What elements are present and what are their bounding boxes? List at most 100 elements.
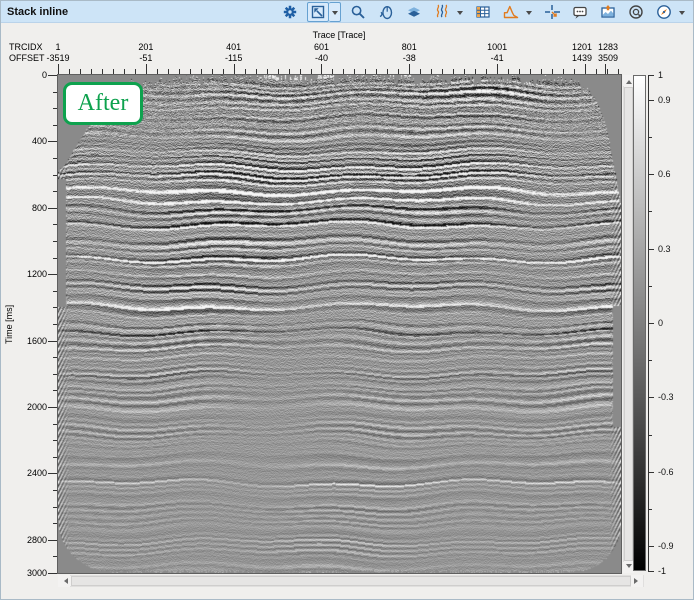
top-minor-tick bbox=[256, 69, 257, 74]
top-minor-tick bbox=[190, 69, 191, 74]
at-circle-icon bbox=[628, 4, 644, 20]
colorbar-tick-label: -0.3 bbox=[658, 392, 674, 402]
top-axis-title: Trace [Trace] bbox=[313, 30, 366, 41]
colorbar-tick-label: -1 bbox=[658, 566, 666, 576]
trcidx-row-label: TRCIDX bbox=[9, 42, 43, 53]
top-minor-tick bbox=[289, 69, 290, 74]
scroll-right-button[interactable] bbox=[631, 575, 643, 587]
colorbar-minor-tick bbox=[649, 360, 652, 361]
left-major-tick bbox=[48, 473, 57, 474]
trcidx-tick-label: 201 bbox=[138, 42, 153, 53]
top-minor-tick bbox=[113, 69, 114, 74]
trcidx-tick-label: 1201 bbox=[572, 42, 592, 53]
pick-crosshair-button[interactable] bbox=[541, 2, 563, 22]
settings-group bbox=[279, 2, 301, 22]
colorbar-major-tick bbox=[649, 75, 654, 76]
top-minor-tick bbox=[541, 69, 542, 74]
window-title: Stack inline bbox=[1, 6, 68, 18]
scroll-left-button[interactable] bbox=[58, 575, 70, 587]
colorbar-minor-tick bbox=[649, 509, 652, 510]
magnifier-icon bbox=[350, 4, 366, 20]
time-tick-label: 800 bbox=[15, 203, 47, 213]
locate-group bbox=[625, 2, 647, 22]
export-image-button[interactable] bbox=[597, 2, 619, 22]
offset-tick-label: 3509 bbox=[598, 53, 618, 64]
left-minor-tick bbox=[53, 158, 57, 159]
top-minor-tick bbox=[464, 69, 465, 74]
time-tick-label: 3000 bbox=[15, 568, 47, 578]
chevron-down-icon bbox=[457, 11, 463, 18]
scroll-right-icon bbox=[634, 578, 641, 584]
amplitude-curve-group bbox=[500, 2, 535, 22]
chevron-down-icon bbox=[679, 11, 685, 18]
left-minor-tick bbox=[53, 324, 57, 325]
top-minor-tick bbox=[157, 69, 158, 74]
mouse-tools-button[interactable] bbox=[375, 2, 397, 22]
left-major-tick bbox=[48, 341, 57, 342]
top-minor-tick bbox=[124, 69, 125, 74]
colorbar-minor-tick bbox=[649, 435, 652, 436]
crosshair-icon bbox=[544, 4, 560, 20]
left-major-tick bbox=[48, 274, 57, 275]
time-tick-label: 2400 bbox=[15, 468, 47, 478]
offset-row-label: OFFSET bbox=[9, 53, 45, 64]
trcidx-tick-label: 601 bbox=[314, 42, 329, 53]
vertical-scrollbar-thumb[interactable] bbox=[624, 87, 633, 561]
zoom-button[interactable] bbox=[347, 2, 369, 22]
left-minor-tick bbox=[53, 523, 57, 524]
navigation-button[interactable] bbox=[653, 2, 675, 22]
left-minor-tick bbox=[53, 440, 57, 441]
top-minor-tick bbox=[311, 69, 312, 74]
seismic-canvas[interactable] bbox=[58, 75, 621, 573]
colorbar-major-tick bbox=[649, 546, 654, 547]
top-minor-tick bbox=[69, 69, 70, 74]
top-minor-tick bbox=[508, 69, 509, 74]
time-tick-label: 400 bbox=[15, 136, 47, 146]
annotations-button[interactable] bbox=[569, 2, 591, 22]
wiggle-display-group bbox=[431, 2, 466, 22]
top-major-tick bbox=[585, 64, 586, 74]
left-minor-tick bbox=[53, 291, 57, 292]
top-minor-tick bbox=[519, 69, 520, 74]
top-minor-tick bbox=[91, 69, 92, 74]
horizontal-scrollbar-thumb[interactable] bbox=[71, 576, 631, 586]
top-minor-tick bbox=[80, 69, 81, 74]
left-minor-tick bbox=[53, 191, 57, 192]
left-major-tick bbox=[48, 540, 57, 541]
trcidx-tick-label: 1001 bbox=[487, 42, 507, 53]
left-minor-tick bbox=[53, 108, 57, 109]
amplitude-curve-dropdown[interactable] bbox=[522, 2, 535, 22]
top-major-tick bbox=[321, 64, 322, 74]
wiggle-display-dropdown[interactable] bbox=[453, 2, 466, 22]
after-badge[interactable]: After bbox=[63, 82, 143, 125]
pointer-mode-button[interactable] bbox=[307, 2, 329, 22]
top-minor-tick bbox=[223, 69, 224, 74]
top-minor-tick bbox=[278, 69, 279, 74]
top-major-tick bbox=[605, 64, 606, 74]
trcidx-tick-label: 401 bbox=[226, 42, 241, 53]
time-tick-label: 2800 bbox=[15, 535, 47, 545]
layers-group bbox=[403, 2, 425, 22]
colorbar[interactable] bbox=[633, 75, 646, 571]
offset-tick-label: -3519 bbox=[46, 53, 69, 64]
top-minor-tick bbox=[387, 69, 388, 74]
navigation-dropdown[interactable] bbox=[675, 2, 688, 22]
settings-button[interactable] bbox=[279, 2, 301, 22]
left-axis-label: Time [ms] bbox=[3, 75, 15, 573]
left-minor-tick bbox=[53, 374, 57, 375]
layers-button[interactable] bbox=[403, 2, 425, 22]
locate-button[interactable] bbox=[625, 2, 647, 22]
top-minor-tick bbox=[530, 69, 531, 74]
left-minor-tick bbox=[53, 556, 57, 557]
pointer-mode-dropdown[interactable] bbox=[329, 2, 341, 22]
spreadsheet-group bbox=[472, 2, 494, 22]
mouse-tools-group bbox=[375, 2, 397, 22]
spreadsheet-button[interactable] bbox=[472, 2, 494, 22]
left-minor-tick bbox=[53, 92, 57, 93]
amplitude-curve-button[interactable] bbox=[500, 2, 522, 22]
left-minor-tick bbox=[53, 307, 57, 308]
navigation-group bbox=[653, 2, 688, 22]
wiggle-display-button[interactable] bbox=[431, 2, 453, 22]
offset-tick-label: 1439 bbox=[572, 53, 592, 64]
annotations-group bbox=[569, 2, 591, 22]
